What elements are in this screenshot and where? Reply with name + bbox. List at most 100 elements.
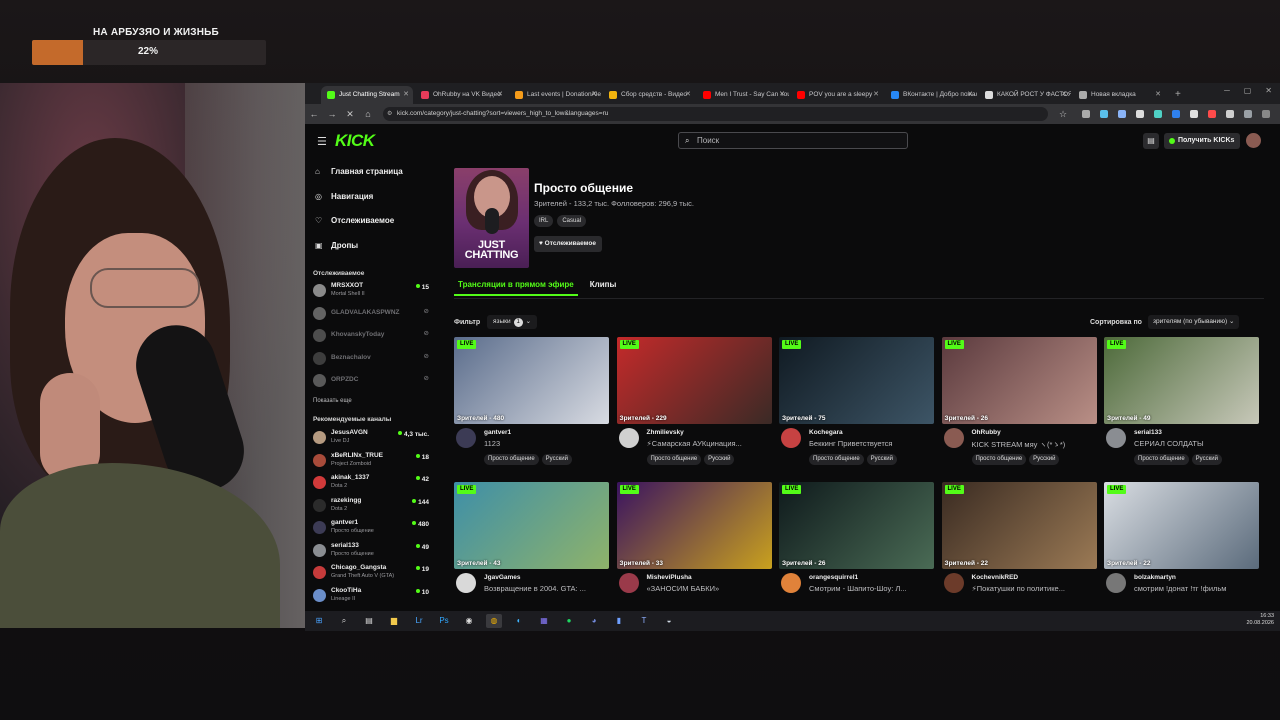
browser-tab[interactable]: OhRubby на VK Видео ✕ (415, 86, 507, 104)
channel-name[interactable]: MisheviPlusha (647, 574, 692, 581)
stream-card[interactable]: LIVE Зрителей - 75 Kochegara Беккинг Привет… (779, 337, 934, 472)
extension-icon[interactable] (1118, 110, 1126, 118)
tab-clips[interactable]: Клипы (586, 280, 621, 296)
channel-name[interactable]: gantver1 (484, 429, 511, 436)
language-filter-dropdown[interactable]: языки 1 ⌄ (487, 315, 538, 329)
extension-icon[interactable] (1154, 110, 1162, 118)
stream-card[interactable]: LIVE Зрителей - 43 JgavGames Возвращение в … (454, 482, 609, 617)
followed-channel[interactable]: MRSXXOT Mortal Shell II 15 (313, 281, 429, 301)
tag-chip[interactable]: Просто общение (484, 454, 539, 465)
stream-card[interactable]: LIVE Зрителей - 33 MisheviPlusha «ЗАНОСИМ Б… (616, 482, 772, 617)
tab-live-streams[interactable]: Трансляции в прямом эфире (454, 280, 578, 296)
photoshop-icon[interactable]: Ps (436, 614, 452, 628)
stream-title[interactable]: СЕРИАЛ СОЛДАТЫ (1134, 439, 1259, 448)
tag-chip[interactable]: Русский (1191, 454, 1222, 465)
stream-thumbnail[interactable]: LIVE Зрителей - 480 (454, 337, 609, 424)
recommended-channel[interactable]: Chicago_Gangsta Grand Theft Auto V (GTA) 1… (313, 563, 429, 583)
channel-name[interactable]: Zhmilievsky (647, 429, 684, 436)
chrome-icon[interactable]: ◍ (486, 614, 502, 628)
sort-dropdown[interactable]: зрителям (по убыванию) ⌄ (1148, 315, 1240, 329)
channel-name[interactable]: KochevnikRED (972, 574, 1019, 581)
search-input[interactable]: ⌕ Поиск (678, 132, 908, 149)
back-icon[interactable]: ← (305, 109, 323, 119)
maximize-icon[interactable]: ▢ (1244, 86, 1252, 95)
avatar[interactable] (781, 573, 801, 593)
stream-thumbnail[interactable]: LIVE Зрителей - 49 (1104, 337, 1259, 424)
stream-card[interactable]: LIVE Зрителей - 22 bolzakmartyn смотрим !до… (1104, 482, 1259, 617)
minimize-icon[interactable]: ─ (1224, 86, 1230, 95)
menu-icon[interactable]: ☰ (317, 135, 327, 148)
recommended-channel[interactable]: razekingg Dota 2 144 (313, 496, 429, 516)
search-icon[interactable]: ⌕ (336, 614, 352, 628)
stream-title[interactable]: ⚡Покатушки по политике... (972, 584, 1097, 593)
tag-chip[interactable]: Русский (866, 454, 897, 465)
extensions-puzzle-icon[interactable] (1226, 110, 1234, 118)
system-clock[interactable]: 16:33 20.08.2026 (1246, 613, 1274, 627)
stream-thumbnail[interactable]: LIVE Зрителей - 22 (941, 482, 1097, 569)
close-tab-icon[interactable]: ✕ (1155, 86, 1161, 104)
app-grid-icon[interactable]: ▦ (536, 614, 552, 628)
avatar[interactable] (618, 573, 639, 593)
recommended-channel[interactable]: gantver1 Просто общение 480 (313, 518, 429, 538)
lightroom-icon[interactable]: Lr (411, 614, 427, 628)
discord-icon[interactable]: ◕ (586, 614, 602, 628)
stream-card[interactable]: LIVE Зрителей - 22 KochevnikRED ⚡Покатушки … (941, 482, 1097, 617)
stream-thumbnail[interactable]: LIVE Зрителей - 33 (616, 482, 772, 569)
browser-tab[interactable]: Just Chatting Stream ✕ (321, 86, 413, 104)
channel-name[interactable]: JgavGames (484, 574, 521, 581)
close-tab-icon[interactable]: ✕ (967, 86, 973, 104)
close-tab-icon[interactable]: ✕ (873, 86, 879, 104)
browser-tab[interactable]: Сбор средств - Видео ✕ (603, 86, 695, 104)
avatar[interactable] (781, 428, 801, 448)
close-tab-icon[interactable]: ✕ (497, 86, 503, 104)
tag-chip[interactable]: Просто общение (646, 454, 702, 465)
tag-chip[interactable]: Просто общение (1134, 454, 1189, 465)
stream-card[interactable]: LIVE Зрителей - 229 Zhmilievsky ⚡Самарская … (616, 337, 772, 472)
stop-loading-icon[interactable]: ✕ (341, 109, 359, 120)
home-icon[interactable]: ⌂ (359, 109, 377, 119)
url-field[interactable]: ⚙ kick.com/category/just-chatting?sort=v… (383, 107, 1048, 121)
edge-icon[interactable]: ◐ (511, 614, 527, 628)
close-tab-icon[interactable]: ✕ (591, 86, 597, 104)
follow-category-button[interactable]: ♥ Отслеживаемое (534, 236, 602, 252)
dashboard-button[interactable]: ▤ (1143, 133, 1159, 149)
stream-title[interactable]: KICK STREAM мяу ヽ(*ゝ*) (972, 439, 1097, 450)
followed-channel[interactable]: Beznachalov ⊘ (313, 349, 429, 369)
close-tab-icon[interactable]: ✕ (779, 86, 785, 104)
text-app-icon[interactable]: T (636, 614, 652, 628)
followed-channel[interactable]: KhovanskyToday ⊘ (313, 326, 429, 346)
sidebar-nav-item[interactable]: ◎ Навигация (315, 192, 373, 201)
stream-card[interactable]: LIVE Зрителей - 26 orangesquirrel1 Смотрим … (779, 482, 934, 617)
sidebar-nav-item[interactable]: ▣ Дропы (315, 241, 358, 250)
avatar[interactable] (1106, 573, 1126, 593)
browser-tab[interactable]: Last events | DonationAlerts ✕ (509, 86, 601, 104)
avatar[interactable] (618, 428, 639, 448)
stream-thumbnail[interactable]: LIVE Зрителей - 229 (616, 337, 772, 424)
get-kicks-button[interactable]: Получить KICKs (1164, 133, 1240, 149)
new-tab-button[interactable]: + (1167, 86, 1189, 104)
channel-name[interactable]: Kochegara (809, 429, 843, 436)
user-avatar[interactable] (1246, 133, 1261, 148)
kick-logo[interactable]: KICK (335, 131, 375, 151)
spotify-icon[interactable]: ● (561, 614, 577, 628)
browser-tab[interactable]: Men I Trust - Say Can You Hear✕ (697, 86, 789, 104)
stream-title[interactable]: Возвращение в 2004. GTA: ... (484, 584, 609, 593)
recommended-channel[interactable]: xBeRLINx_TRUE Project Zomboid 18 (313, 451, 429, 471)
browser-tab[interactable]: Новая вкладка ✕ (1073, 86, 1165, 104)
stream-thumbnail[interactable]: LIVE Зрителей - 22 (1104, 482, 1259, 569)
tag-chip[interactable]: Русский (1029, 454, 1060, 465)
avatar[interactable] (456, 428, 476, 448)
avatar[interactable] (943, 573, 964, 593)
tag-chip[interactable]: Просто общение (809, 454, 864, 465)
recommended-channel[interactable]: CkooTiHa Lineage II 10 (313, 586, 429, 606)
stream-thumbnail[interactable]: LIVE Зрителей - 43 (454, 482, 609, 569)
recommended-channel[interactable]: serial133 Просто общение 49 (313, 541, 429, 561)
stream-title[interactable]: 1123 (484, 439, 609, 448)
tag-chip[interactable]: Русский (541, 454, 572, 465)
sidebar-nav-item[interactable]: ⌂ Главная страница (315, 167, 403, 176)
sidebar-nav-item[interactable]: ♡ Отслеживаемое (315, 216, 394, 225)
stream-thumbnail[interactable]: LIVE Зрителей - 26 (779, 482, 934, 569)
channel-name[interactable]: serial133 (1134, 429, 1162, 436)
windows-start-icon[interactable]: ⊞ (311, 614, 327, 628)
chrome-menu-icon[interactable] (1262, 110, 1270, 118)
